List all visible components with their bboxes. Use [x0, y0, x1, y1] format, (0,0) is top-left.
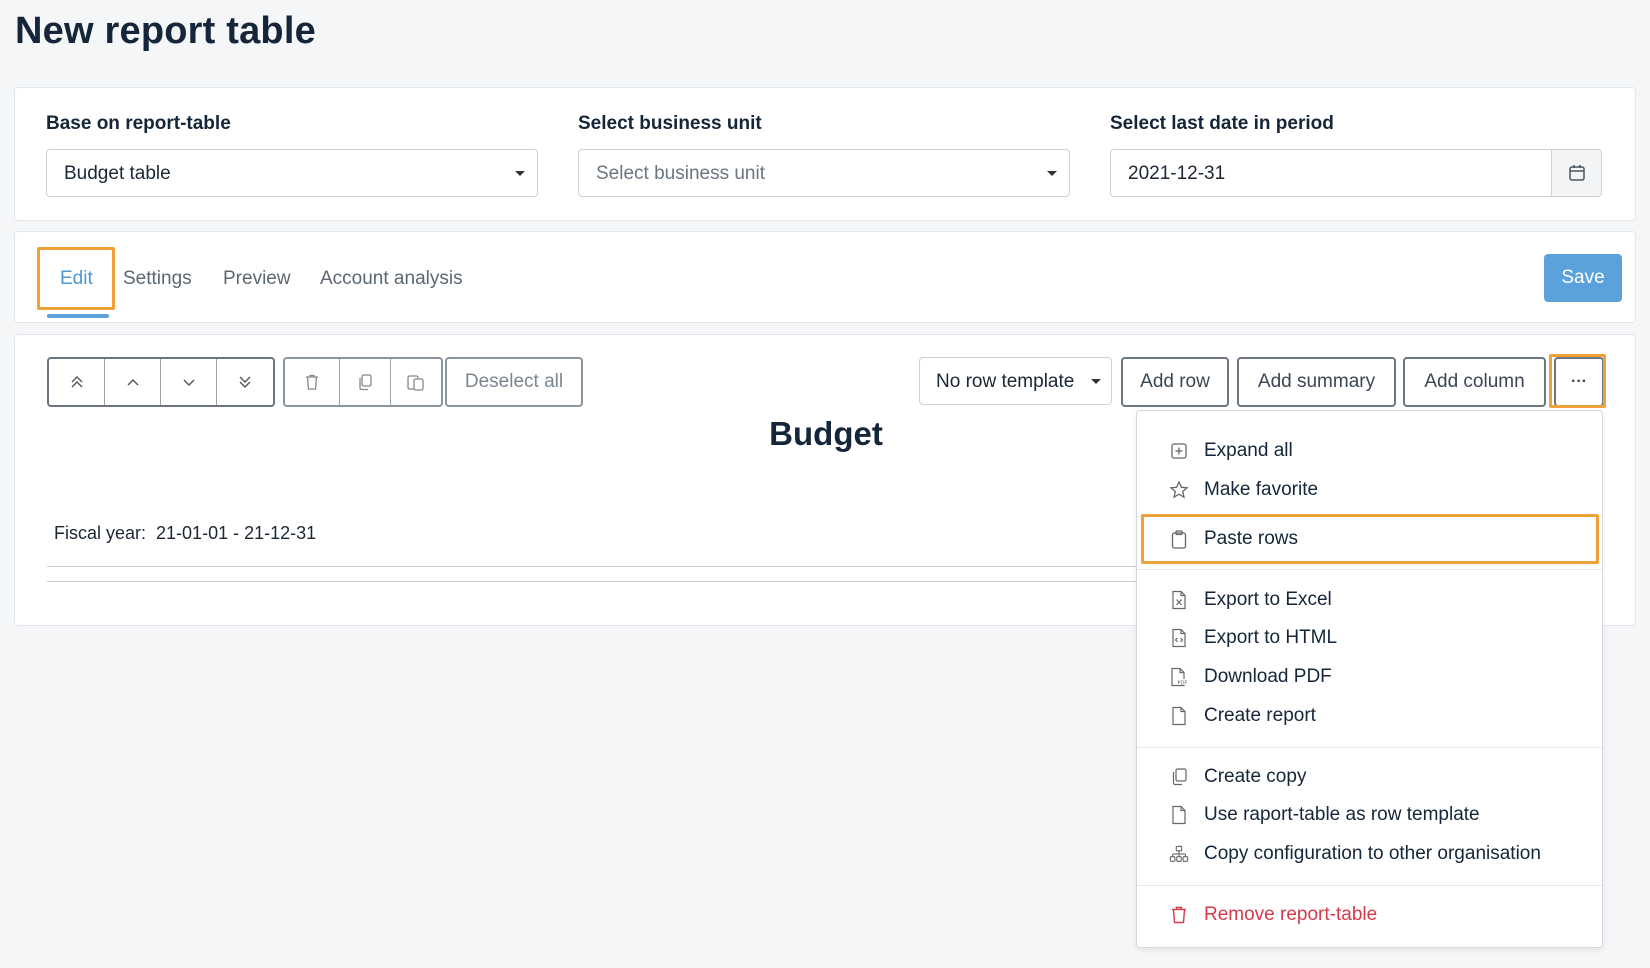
- add-summary-button[interactable]: Add summary: [1237, 357, 1396, 407]
- menu-item-create-copy[interactable]: Create copy: [1137, 759, 1602, 795]
- paste-row-button[interactable]: [391, 359, 441, 405]
- row-template-select[interactable]: No row template: [919, 357, 1112, 405]
- tab-account-analysis[interactable]: Account analysis: [320, 268, 463, 290]
- menu-item-use-as-template[interactable]: Use raport-table as row template: [1137, 797, 1602, 833]
- file-icon: [1169, 706, 1189, 726]
- move-top-button[interactable]: [49, 359, 105, 405]
- menu-label: Create copy: [1204, 766, 1307, 787]
- divider-line: [47, 581, 1159, 582]
- clipboard-icon: [1169, 529, 1189, 549]
- deselect-all-button[interactable]: Deselect all: [445, 357, 583, 407]
- menu-label: Expand all: [1204, 440, 1293, 461]
- paste-icon: [407, 375, 424, 391]
- row-template-value: No row template: [936, 371, 1075, 392]
- more-options-menu: Expand all Make favorite Paste rows Expo…: [1136, 410, 1603, 948]
- menu-item-make-favorite[interactable]: Make favorite: [1137, 472, 1602, 508]
- menu-item-paste-rows[interactable]: Paste rows: [1137, 521, 1602, 557]
- menu-label: Paste rows: [1204, 528, 1298, 549]
- menu-label: Create report: [1204, 705, 1316, 726]
- double-chevron-down-icon: [239, 376, 251, 388]
- move-down-button[interactable]: [161, 359, 217, 405]
- svg-text:PDF: PDF: [1178, 681, 1188, 687]
- tab-settings[interactable]: Settings: [123, 268, 192, 290]
- last-date-value: 2021-12-31: [1128, 163, 1226, 184]
- chevron-down-icon: [515, 171, 525, 176]
- copy-row-button[interactable]: [340, 359, 391, 405]
- business-unit-select[interactable]: Select business unit: [578, 149, 1070, 197]
- last-date-label: Select last date in period: [1110, 113, 1334, 134]
- add-row-button[interactable]: Add row: [1121, 357, 1229, 407]
- tab-edit[interactable]: Edit: [60, 268, 93, 290]
- menu-item-remove[interactable]: Remove report-table: [1137, 897, 1602, 933]
- file-code-icon: [1169, 628, 1189, 648]
- business-unit-placeholder: Select business unit: [596, 163, 765, 184]
- add-column-button[interactable]: Add column: [1403, 357, 1546, 407]
- menu-item-export-excel[interactable]: Export to Excel: [1137, 582, 1602, 618]
- double-chevron-up-icon: [71, 376, 82, 388]
- base-table-value: Budget table: [64, 163, 171, 184]
- move-button-group: [47, 357, 275, 407]
- file-pdf-icon: PDF: [1169, 667, 1189, 687]
- chevron-up-icon: [127, 379, 138, 386]
- more-button-highlight: [1549, 354, 1606, 408]
- calendar-button[interactable]: [1551, 150, 1601, 196]
- row-action-group: [283, 357, 443, 407]
- fiscal-year-value: 21-01-01 - 21-12-31: [156, 523, 317, 543]
- base-table-select[interactable]: Budget table: [46, 149, 538, 197]
- star-icon: [1169, 480, 1189, 500]
- menu-divider: [1137, 569, 1602, 570]
- page-title: New report table: [15, 10, 316, 52]
- business-unit-label: Select business unit: [578, 113, 762, 134]
- copy-icon: [359, 374, 372, 391]
- chevron-down-icon: [1091, 379, 1101, 384]
- trash-icon: [1169, 905, 1189, 925]
- file-icon: [1169, 805, 1189, 825]
- copy-icon: [1169, 767, 1189, 787]
- menu-label: Use raport-table as row template: [1204, 804, 1480, 825]
- filters-card: Base on report-table Budget table Select…: [14, 87, 1636, 221]
- menu-label: Export to Excel: [1204, 589, 1332, 610]
- menu-divider: [1137, 885, 1602, 886]
- menu-label: Remove report-table: [1204, 904, 1378, 925]
- active-tab-indicator: [47, 314, 109, 318]
- save-button[interactable]: Save: [1544, 254, 1622, 302]
- file-excel-icon: [1169, 590, 1189, 610]
- move-bottom-button[interactable]: [217, 359, 273, 405]
- trash-icon: [306, 374, 318, 390]
- menu-label: Make favorite: [1204, 479, 1319, 500]
- plus-square-icon: [1169, 441, 1189, 461]
- divider-line: [47, 566, 1159, 567]
- menu-item-export-html[interactable]: Export to HTML: [1137, 620, 1602, 656]
- fiscal-year: Fiscal year: 21-01-01 - 21-12-31: [54, 523, 316, 544]
- menu-divider: [1137, 747, 1602, 748]
- tab-preview[interactable]: Preview: [223, 268, 291, 290]
- menu-label: Copy configuration to other organisation: [1204, 843, 1541, 864]
- last-date-field[interactable]: 2021-12-31: [1110, 149, 1602, 197]
- calendar-icon: [1568, 165, 1585, 181]
- menu-item-copy-configuration[interactable]: Copy configuration to other organisation: [1137, 836, 1602, 872]
- tabs-card: Edit Settings Preview Account analysis S…: [14, 231, 1636, 323]
- chevron-down-icon: [1047, 171, 1057, 176]
- delete-row-button[interactable]: [285, 359, 340, 405]
- base-table-label: Base on report-table: [46, 113, 231, 134]
- menu-label: Download PDF: [1204, 666, 1332, 687]
- menu-item-expand-all[interactable]: Expand all: [1137, 433, 1602, 469]
- menu-item-download-pdf[interactable]: PDF Download PDF: [1137, 659, 1602, 695]
- org-chart-icon: [1169, 844, 1189, 864]
- menu-label: Export to HTML: [1204, 627, 1338, 648]
- fiscal-year-label: Fiscal year:: [54, 523, 147, 543]
- chevron-down-icon: [183, 379, 194, 386]
- menu-item-create-report[interactable]: Create report: [1137, 698, 1602, 734]
- move-up-button[interactable]: [105, 359, 161, 405]
